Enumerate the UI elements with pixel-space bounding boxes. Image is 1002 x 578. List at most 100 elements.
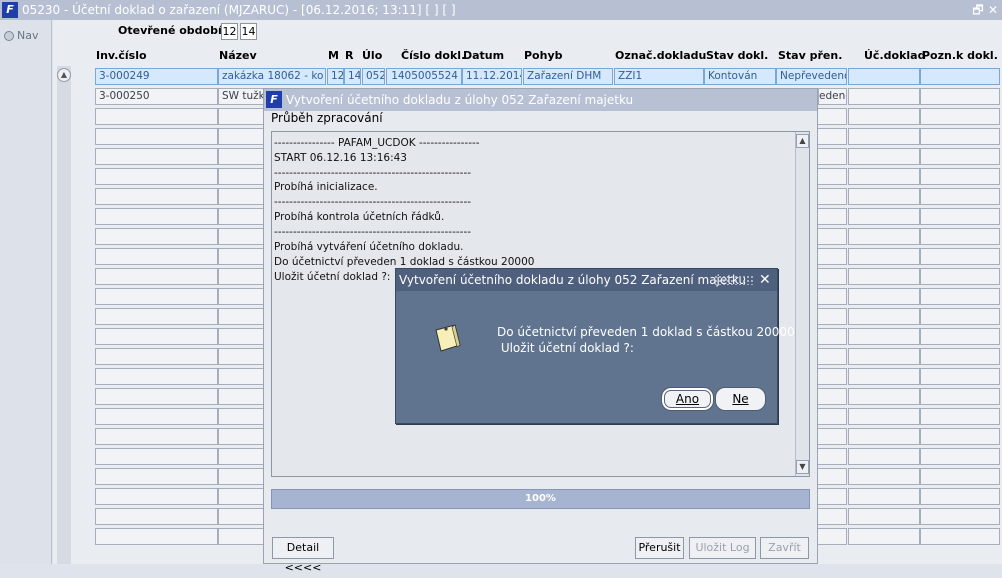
table-cell-empty[interactable] <box>848 348 920 365</box>
detail-button[interactable]: Detail <<<< <box>272 537 334 574</box>
table-cell-empty[interactable] <box>920 188 1000 205</box>
table-cell-empty[interactable] <box>848 268 920 285</box>
table-cell-datum[interactable]: 11.12.2014 <box>462 68 522 85</box>
table-cell-empty[interactable] <box>920 248 1000 265</box>
table-cell-empty[interactable] <box>920 408 1000 425</box>
table-cell-empty[interactable] <box>95 508 218 525</box>
table-cell-empty[interactable] <box>95 188 218 205</box>
drag-grip-icon[interactable] <box>714 275 754 285</box>
table-cell-empty[interactable] <box>95 228 218 245</box>
table-cell-stav-pren[interactable]: edeno <box>818 88 847 105</box>
table-cell-empty[interactable] <box>95 288 218 305</box>
scroll-up-icon[interactable]: ▲ <box>796 134 809 148</box>
table-cell-empty[interactable] <box>848 248 920 265</box>
table-cell-empty[interactable] <box>848 448 920 465</box>
table-cell-empty[interactable] <box>920 288 1000 305</box>
table-cell-empty[interactable] <box>95 348 218 365</box>
table-cell-pohyb[interactable]: Zařazení DHM <box>523 68 613 85</box>
table-cell-empty[interactable] <box>848 368 920 385</box>
table-cell-pozn[interactable] <box>920 68 1000 85</box>
table-cell-nazev[interactable]: zakázka 18062 - ko <box>218 68 326 85</box>
table-cell-empty[interactable] <box>848 428 920 445</box>
table-cell-empty[interactable] <box>95 488 218 505</box>
table-cell-empty[interactable] <box>95 408 218 425</box>
table-cell-empty[interactable] <box>848 528 920 545</box>
table-cell-empty[interactable] <box>920 508 1000 525</box>
table-cell-inv[interactable]: 3-000250 <box>95 88 218 105</box>
scroll-down-icon[interactable]: ▼ <box>796 460 809 474</box>
table-cell-empty[interactable] <box>95 168 218 185</box>
table-cell-empty[interactable] <box>848 468 920 485</box>
table-cell-stav-pren[interactable]: Nepřevedeno <box>776 68 847 85</box>
table-cell-empty[interactable] <box>848 228 920 245</box>
table-cell-empty[interactable] <box>920 348 1000 365</box>
interrupt-button[interactable]: Přerušit <box>635 537 684 559</box>
close-icon[interactable]: ✕ <box>985 2 1001 18</box>
confirm-dialog-titlebar[interactable]: Vytvoření účetního dokladu z úlohy 052 Z… <box>396 269 777 291</box>
table-cell-empty[interactable] <box>95 108 218 125</box>
yes-button[interactable]: Ano <box>661 387 714 411</box>
table-cell-empty[interactable] <box>95 428 218 445</box>
close-button[interactable]: Zavřít <box>760 537 809 559</box>
table-cell-empty[interactable] <box>95 468 218 485</box>
table-cell-empty[interactable] <box>848 308 920 325</box>
table-cell-empty[interactable] <box>848 288 920 305</box>
table-cell-r[interactable]: 14 <box>344 68 361 85</box>
table-cell-empty[interactable] <box>848 108 920 125</box>
table-cell-empty[interactable] <box>920 388 1000 405</box>
table-cell-empty[interactable] <box>95 268 218 285</box>
table-cell-empty[interactable] <box>95 308 218 325</box>
table-cell-empty[interactable] <box>848 488 920 505</box>
table-cell-empty[interactable] <box>848 408 920 425</box>
table-cell-empty[interactable] <box>920 108 1000 125</box>
log-scrollbar[interactable]: ▲ ▼ <box>795 132 809 476</box>
table-cell-empty[interactable] <box>920 128 1000 145</box>
table-cell-empty[interactable] <box>920 168 1000 185</box>
table-cell-empty[interactable] <box>920 448 1000 465</box>
table-cell-empty[interactable] <box>920 148 1000 165</box>
table-cell-empty[interactable] <box>920 488 1000 505</box>
period-year-field[interactable]: 14 <box>240 23 257 40</box>
table-cell-empty[interactable] <box>920 368 1000 385</box>
period-month-field[interactable]: 12 <box>221 23 238 40</box>
table-cell-empty[interactable] <box>848 188 920 205</box>
table-cell-empty[interactable] <box>95 388 218 405</box>
table-cell-empty[interactable] <box>95 448 218 465</box>
table-cell-empty[interactable] <box>95 368 218 385</box>
table-cell-ulo[interactable]: 052 <box>362 68 385 85</box>
table-cell-empty[interactable] <box>95 208 218 225</box>
table-cell-empty[interactable] <box>848 328 920 345</box>
save-log-button[interactable]: Uložit Log <box>689 537 756 559</box>
table-cell-empty[interactable] <box>848 168 920 185</box>
table-cell-empty[interactable] <box>920 268 1000 285</box>
table-cell-empty[interactable] <box>920 308 1000 325</box>
table-cell-empty[interactable] <box>848 128 920 145</box>
table-cell-empty[interactable] <box>920 228 1000 245</box>
restore-icon[interactable]: 🗗 <box>970 2 986 18</box>
table-cell-stav[interactable]: Kontován <box>704 68 776 85</box>
table-cell-empty[interactable] <box>95 148 218 165</box>
no-button[interactable]: Ne <box>715 387 766 411</box>
table-cell-empty[interactable] <box>920 428 1000 445</box>
table-cell-empty[interactable] <box>95 248 218 265</box>
table-scrollbar[interactable]: ▲ <box>57 66 71 564</box>
nav-radio[interactable] <box>4 31 14 41</box>
table-cell-pozn[interactable] <box>920 88 1000 105</box>
table-cell-uc-doklad[interactable] <box>848 68 920 85</box>
table-cell-empty[interactable] <box>95 528 218 545</box>
table-cell-empty[interactable] <box>920 328 1000 345</box>
table-cell-cislo[interactable]: 1405005524 <box>386 68 462 85</box>
close-icon[interactable]: ✕ <box>759 269 771 291</box>
table-cell-empty[interactable] <box>920 528 1000 545</box>
table-cell-empty[interactable] <box>848 208 920 225</box>
table-cell-oznac[interactable]: ZZI1 <box>614 68 704 85</box>
table-cell-empty[interactable] <box>848 148 920 165</box>
table-cell-empty[interactable] <box>920 208 1000 225</box>
table-cell-uc-doklad[interactable] <box>848 88 920 105</box>
table-cell-empty[interactable] <box>848 388 920 405</box>
progress-dialog-titlebar[interactable]: F Vytvoření účetního dokladu z úlohy 052… <box>264 89 817 111</box>
table-cell-empty[interactable] <box>95 328 218 345</box>
table-cell-empty[interactable] <box>848 508 920 525</box>
table-cell-empty[interactable] <box>920 468 1000 485</box>
table-cell-inv[interactable]: 3-000249 <box>95 68 218 85</box>
